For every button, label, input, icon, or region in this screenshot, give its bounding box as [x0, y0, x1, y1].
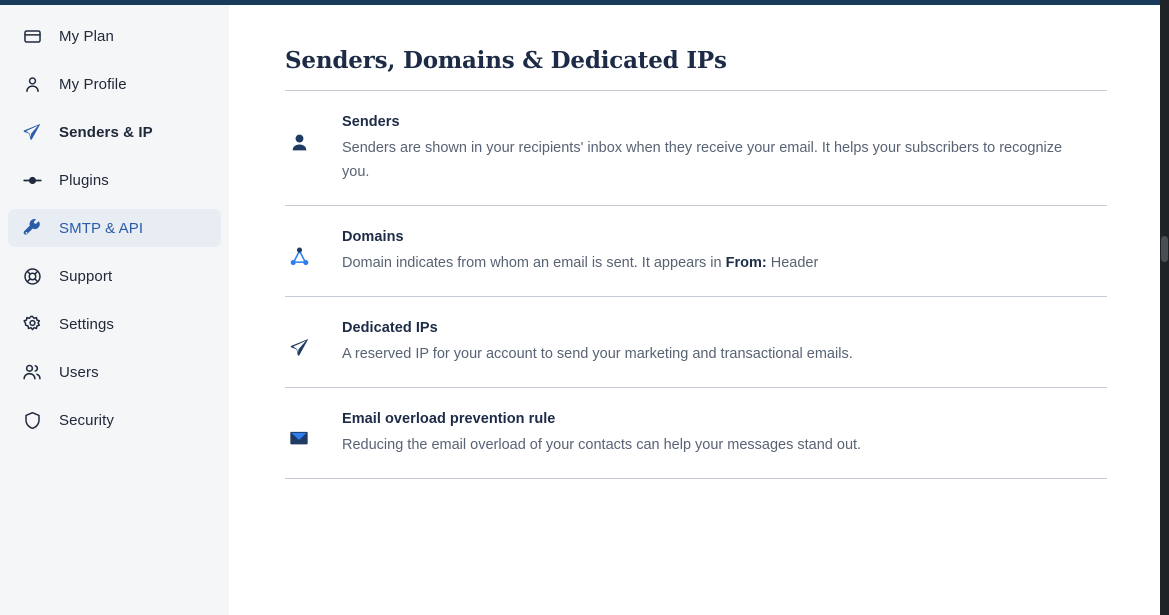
main-content: Senders, Domains & Dedicated IPs Senders… — [229, 5, 1160, 615]
sidebar-item-my-profile[interactable]: My Profile — [8, 65, 221, 103]
sidebar-item-label: Support — [59, 267, 113, 285]
sidebar-item-label: SMTP & API — [59, 219, 144, 237]
envelope-icon — [285, 410, 313, 448]
list-item-description: Domain indicates from whom an email is s… — [342, 251, 1072, 275]
list-item-title: Domains — [342, 229, 404, 245]
domain-network-icon — [285, 228, 313, 267]
sidebar-item-label: Settings — [59, 315, 114, 333]
window-right-edge — [1160, 0, 1169, 615]
list-item-senders[interactable]: Senders Senders are shown in your recipi… — [285, 91, 1107, 205]
sidebar-item-users[interactable]: Users — [8, 353, 221, 391]
person-icon — [21, 73, 43, 95]
vertical-scrollbar-thumb[interactable] — [1161, 236, 1168, 262]
list-item-title: Senders — [342, 114, 400, 130]
sidebar-item-support[interactable]: Support — [8, 257, 221, 295]
settings-section-list: Senders Senders are shown in your recipi… — [285, 90, 1107, 493]
list-item-description: A reserved IP for your account to send y… — [342, 346, 853, 362]
list-item-domains[interactable]: Domains Domain indicates from whom an em… — [285, 206, 1107, 296]
shield-icon — [21, 409, 43, 431]
list-item-text: Email overload prevention rule Reducing … — [342, 410, 1107, 457]
wrench-icon — [21, 217, 43, 239]
desc-pre: Domain indicates from whom an email is s… — [342, 255, 726, 271]
sidebar-item-smtp-and-api[interactable]: SMTP & API — [8, 209, 221, 247]
list-item-email-overload-prevention-rule[interactable]: Email overload prevention rule Reducing … — [285, 388, 1107, 478]
plug-icon — [21, 169, 43, 191]
dedicated-ip-plane-icon — [285, 319, 313, 358]
sidebar-item-security[interactable]: Security — [8, 401, 221, 439]
sidebar-item-label: Plugins — [59, 171, 109, 189]
list-item-text: Domains Domain indicates from whom an em… — [342, 228, 1107, 275]
sidebar-item-label: Security — [59, 411, 114, 429]
list-item-description: Senders are shown in your recipients' in… — [342, 140, 1063, 180]
list-item-dedicated-ips[interactable]: Dedicated IPs A reserved IP for your acc… — [285, 297, 1107, 387]
app-window: My Plan My Profile Senders & IP Plugins … — [0, 0, 1169, 615]
sidebar-item-label: My Plan — [59, 27, 114, 45]
list-item-title: Dedicated IPs — [342, 320, 438, 336]
list-item-title: Email overload prevention rule — [342, 411, 556, 427]
list-item-text: Senders Senders are shown in your recipi… — [342, 113, 1107, 184]
sidebar-item-label: Senders & IP — [59, 123, 153, 141]
page-title: Senders, Domains & Dedicated IPs — [285, 47, 727, 75]
users-icon — [21, 361, 43, 383]
list-item-description: Reducing the email overload of your cont… — [342, 437, 862, 453]
gear-icon — [21, 313, 43, 335]
sidebar: My Plan My Profile Senders & IP Plugins … — [0, 5, 229, 615]
desc-post: Header — [766, 255, 819, 271]
sender-avatar-icon — [285, 113, 313, 152]
sidebar-item-plugins[interactable]: Plugins — [8, 161, 221, 199]
sidebar-item-settings[interactable]: Settings — [8, 305, 221, 343]
paper-plane-icon — [21, 121, 43, 143]
life-ring-icon — [21, 265, 43, 287]
credit-card-icon — [21, 25, 43, 47]
sidebar-item-label: Users — [59, 363, 99, 381]
sidebar-item-my-plan[interactable]: My Plan — [8, 17, 221, 55]
list-item-text: Dedicated IPs A reserved IP for your acc… — [342, 319, 1107, 366]
sidebar-item-label: My Profile — [59, 75, 127, 93]
desc-strong: From: — [725, 255, 767, 271]
sidebar-item-senders-and-ip[interactable]: Senders & IP — [8, 113, 221, 151]
